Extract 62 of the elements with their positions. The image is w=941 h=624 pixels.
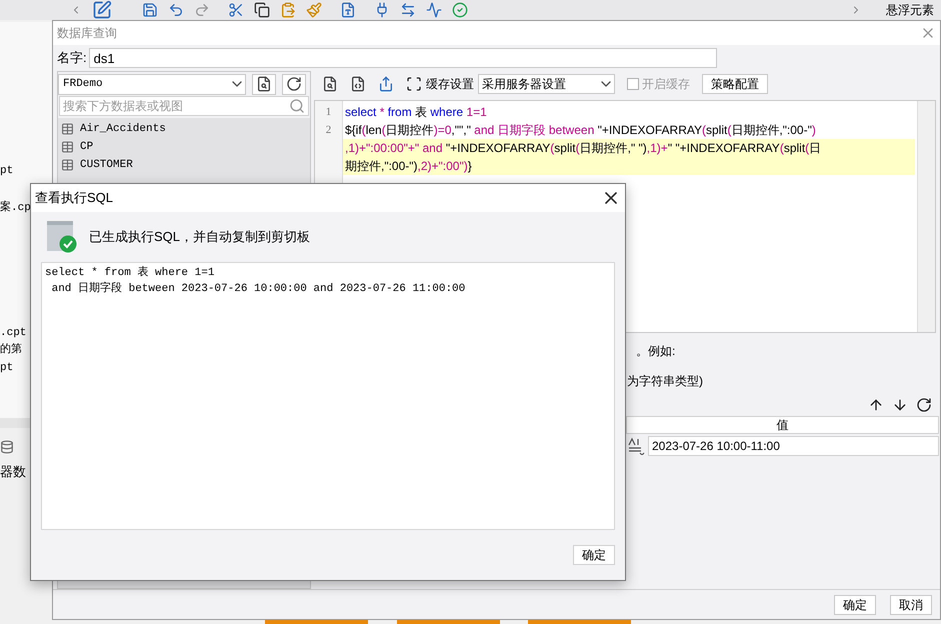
success-icon bbox=[47, 221, 77, 253]
status-message: 已生成执行SQL，并自动复制到剪切板 bbox=[89, 228, 310, 246]
name-field[interactable]: ds1 bbox=[88, 48, 717, 68]
sql-text-area[interactable]: select * from 表 where 1=1 and 日期字段 between 2023-07-26 10:00:00 and 2023-07-26 11:00:00 bbox=[41, 262, 615, 530]
value-field[interactable]: 2023-07-26 10:00-11:00 bbox=[648, 436, 939, 456]
save-icon[interactable] bbox=[142, 2, 158, 18]
table-icon bbox=[61, 158, 74, 172]
paste-icon[interactable] bbox=[280, 2, 296, 18]
dialog-title: 数据库查询 bbox=[57, 25, 117, 42]
dialog-button[interactable]: 取消 bbox=[890, 594, 932, 614]
line-number: 1 bbox=[324, 105, 332, 120]
file-name: pt bbox=[0, 361, 14, 376]
cache-mode-select[interactable]: 采用服务器设置 bbox=[478, 74, 615, 94]
code-line: select * from 表 where 1=1 bbox=[344, 104, 488, 121]
preview-button[interactable] bbox=[252, 74, 276, 94]
edit-icon[interactable] bbox=[92, 0, 112, 20]
chart-icon[interactable] bbox=[426, 2, 442, 18]
string-type-icon[interactable] bbox=[626, 437, 646, 455]
table-icon bbox=[61, 122, 74, 136]
table-list-item[interactable]: CP bbox=[58, 138, 310, 156]
column-header: 值 bbox=[626, 416, 939, 434]
move-up-icon[interactable] bbox=[868, 397, 884, 413]
dialog-button[interactable]: 确定 bbox=[834, 594, 876, 614]
name-label: 名字: bbox=[57, 49, 87, 68]
dialog-title: 查看执行SQL bbox=[35, 189, 114, 208]
line-number: 2 bbox=[324, 123, 332, 138]
table-icon bbox=[61, 140, 74, 154]
text-frame-icon[interactable] bbox=[340, 2, 356, 18]
file-name: .cpt bbox=[0, 326, 26, 341]
export-icon[interactable] bbox=[378, 76, 394, 92]
hint-text: 为字符串类型) bbox=[627, 373, 703, 390]
database-icon[interactable] bbox=[0, 440, 14, 454]
table-list-item[interactable]: Air_Accidents bbox=[58, 120, 310, 138]
expand-icon[interactable] bbox=[406, 76, 422, 92]
dataset-label: 器数 bbox=[0, 463, 26, 481]
file-name: 的第 bbox=[0, 342, 22, 358]
query-icon[interactable] bbox=[322, 76, 338, 92]
refresh-button[interactable] bbox=[282, 74, 306, 94]
refresh-icon[interactable] bbox=[916, 397, 932, 413]
scrollbar[interactable] bbox=[917, 101, 935, 332]
panel-title: 悬浮元素 bbox=[886, 4, 934, 16]
file-search-icon bbox=[256, 76, 272, 92]
confirm-button[interactable]: 确定 bbox=[573, 545, 615, 565]
cut-icon[interactable] bbox=[228, 2, 244, 18]
cache-label: 缓存设置 bbox=[426, 76, 474, 93]
swap-icon[interactable] bbox=[400, 2, 416, 18]
strategy-button[interactable]: 策略配置 bbox=[702, 74, 768, 94]
hint-text: 。例如: bbox=[636, 343, 676, 360]
sql-file-icon[interactable] bbox=[350, 76, 366, 92]
move-down-icon[interactable] bbox=[892, 397, 908, 413]
table-list-item[interactable]: CUSTOMER bbox=[58, 156, 310, 174]
search-icon bbox=[289, 98, 305, 114]
refresh-icon bbox=[286, 76, 302, 92]
file-name: pt bbox=[0, 164, 14, 179]
copy-icon[interactable] bbox=[254, 2, 270, 18]
undo-icon[interactable] bbox=[168, 2, 184, 18]
redo-icon[interactable] bbox=[194, 2, 210, 18]
file-name: 案.cp bbox=[0, 200, 31, 216]
code-line: ${if(len(日期控件)=0,""," and 日期字段 between "+INDEXOFARRAY(split(日期控件,":00-") bbox=[344, 122, 817, 139]
brush-icon[interactable] bbox=[306, 2, 322, 18]
check-icon[interactable] bbox=[452, 2, 468, 18]
connection-select[interactable]: FRDemo bbox=[58, 74, 246, 94]
